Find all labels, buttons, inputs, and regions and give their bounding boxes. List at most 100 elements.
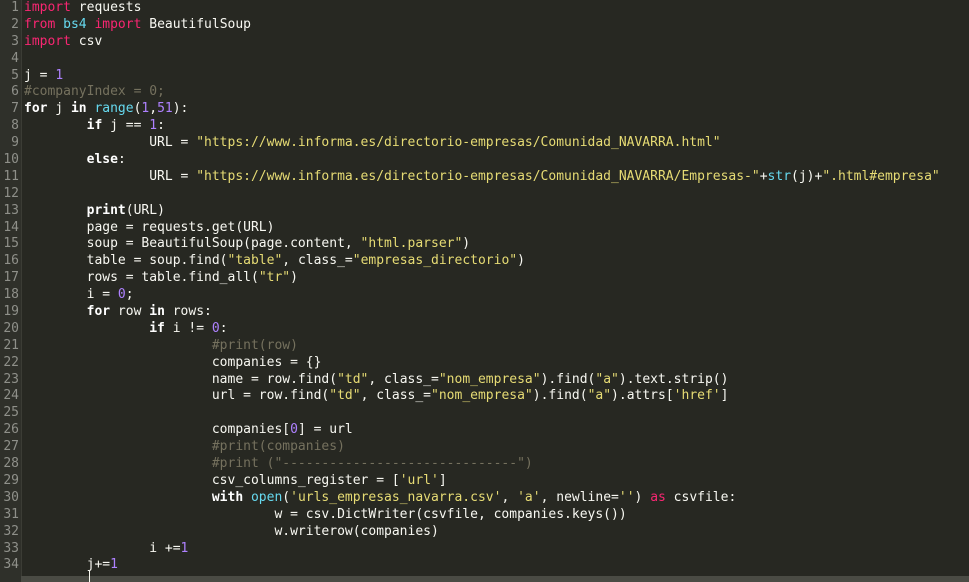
line-number: 6	[11, 84, 19, 100]
code-text: #print ("------------------------------"…	[24, 456, 533, 473]
code-line[interactable]: 18 i = 0;	[0, 287, 969, 304]
code-line[interactable]: 3 import csv	[0, 34, 969, 51]
code-line[interactable]: 15 soup = BeautifulSoup(page.content, "h…	[0, 236, 969, 253]
code-token: from	[24, 16, 56, 32]
code-line[interactable]: 27 #print(companies)	[0, 439, 969, 456]
line-number: 24	[3, 388, 19, 404]
code-line[interactable]: 24 url = row.find("td", class_="nom_empr…	[0, 388, 969, 405]
code-token: ,	[501, 489, 518, 505]
code-line[interactable]: 6 #companyIndex = 0;	[0, 84, 969, 101]
code-token: ;	[125, 287, 134, 303]
code-line[interactable]: 7 for j in range(1,51):	[0, 101, 969, 118]
code-line[interactable]: 22 companies = {}	[0, 355, 969, 372]
code-line[interactable]: 29 csv_columns_register = ['url']	[0, 473, 969, 490]
code-token: row	[110, 304, 150, 320]
code-token: in	[70, 101, 87, 117]
line-number: 34	[3, 557, 19, 573]
code-token: 1	[180, 540, 189, 556]
line-number: 10	[3, 152, 19, 168]
code-token: j ==	[102, 118, 150, 134]
code-token: #print(companies)	[211, 439, 345, 455]
code-line[interactable]: 5 j = 1	[0, 68, 969, 85]
code-token: , newline=	[540, 489, 619, 505]
code-text: if i != 0:	[24, 321, 227, 338]
code-token: ).find(	[532, 388, 588, 404]
code-text: for j in range(1,51):	[24, 101, 188, 118]
code-token: 'url'	[399, 472, 439, 488]
code-token: :	[117, 152, 126, 168]
line-number: 3	[11, 33, 19, 49]
line-number: 11	[3, 168, 19, 184]
code-token: rows = table.find_all(	[24, 270, 259, 286]
code-line[interactable]: 23 name = row.find("td", class_="nom_emp…	[0, 372, 969, 389]
code-token: )	[462, 236, 471, 252]
code-line[interactable]: 28 #print ("----------------------------…	[0, 456, 969, 473]
code-line[interactable]: 34 j+=1	[0, 557, 969, 574]
code-line[interactable]: 13 print(URL)	[0, 203, 969, 220]
code-line[interactable]: 11 URL = "https://www.informa.es/directo…	[0, 169, 969, 186]
code-token: requests	[70, 0, 142, 15]
code-token: ]	[720, 388, 729, 404]
code-line[interactable]: 10 else:	[0, 152, 969, 169]
code-line[interactable]: 31 w = csv.DictWriter(csvfile, companies…	[0, 507, 969, 524]
code-token: "nom_empresa"	[431, 388, 533, 404]
code-line[interactable]: 33 i +=1	[0, 541, 969, 558]
code-token: j+=	[24, 557, 111, 573]
code-line[interactable]: 17 rows = table.find_all("tr")	[0, 270, 969, 287]
code-token: "https://www.informa.es/directorio-empre…	[196, 168, 760, 184]
code-line[interactable]: 16 table = soup.find("table", class_="em…	[0, 253, 969, 270]
code-text: #print(row)	[24, 338, 298, 355]
text-cursor	[89, 571, 90, 582]
code-line[interactable]: 32 w.writerow(companies)	[0, 524, 969, 541]
code-text: i = 0;	[24, 287, 134, 304]
code-lines[interactable]: 1 import requests 2 from bs4 import Beautif…	[0, 0, 969, 574]
code-editor[interactable]: 1 import requests 2 from bs4 import Beautif…	[0, 0, 969, 582]
code-line[interactable]: 12	[0, 186, 969, 203]
code-token: +	[759, 168, 768, 184]
code-line[interactable]: 9 URL = "https://www.informa.es/director…	[0, 135, 969, 152]
code-token: )	[634, 489, 651, 505]
line-number: 5	[11, 67, 19, 83]
line-number: 17	[3, 270, 19, 286]
code-line[interactable]: 19 for row in rows:	[0, 304, 969, 321]
code-text: #companyIndex = 0;	[24, 84, 165, 101]
line-number: 27	[3, 439, 19, 455]
code-token: ).find(	[540, 371, 596, 387]
code-token: if	[86, 118, 103, 134]
code-line[interactable]: 2 from bs4 import BeautifulSoup	[0, 17, 969, 34]
code-line[interactable]: 14 page = requests.get(URL)	[0, 220, 969, 237]
code-token: rows:	[164, 304, 212, 320]
code-token: 51	[157, 101, 173, 117]
code-token: ).attrs[	[611, 388, 674, 404]
code-token: soup = BeautifulSoup(page.content,	[24, 236, 361, 252]
code-line[interactable]: 26 companies[0] = url	[0, 422, 969, 439]
code-text: #print(companies)	[24, 439, 345, 456]
code-line[interactable]: 25	[0, 405, 969, 422]
code-line[interactable]: 21 #print(row)	[0, 338, 969, 355]
code-text: url = row.find("td", class_="nom_empresa…	[24, 388, 729, 405]
code-token: BeautifulSoup	[141, 16, 251, 32]
line-number: 29	[3, 472, 19, 488]
code-token: (	[282, 489, 291, 505]
code-line[interactable]: 4	[0, 51, 969, 68]
code-line[interactable]: 20 if i != 0:	[0, 321, 969, 338]
code-token: , class_=	[282, 253, 353, 269]
code-line[interactable]: 30 with open('urls_empresas_navarra.csv'…	[0, 490, 969, 507]
code-token: page = requests.get(URL)	[24, 219, 275, 235]
code-line[interactable]: 8 if j == 1:	[0, 118, 969, 135]
code-token: )	[290, 270, 298, 286]
code-token: csvfile:	[665, 489, 737, 505]
code-token: #print(row)	[211, 337, 298, 353]
horizontal-scrollbar[interactable]	[21, 576, 969, 582]
code-line[interactable]: 1 import requests	[0, 0, 969, 17]
line-number: 12	[3, 185, 19, 201]
line-number: 26	[3, 422, 19, 438]
code-token: "a"	[595, 371, 619, 387]
code-token: ):	[172, 101, 189, 117]
line-number: 15	[3, 236, 19, 252]
code-token: "https://www.informa.es/directorio-empre…	[196, 135, 721, 151]
